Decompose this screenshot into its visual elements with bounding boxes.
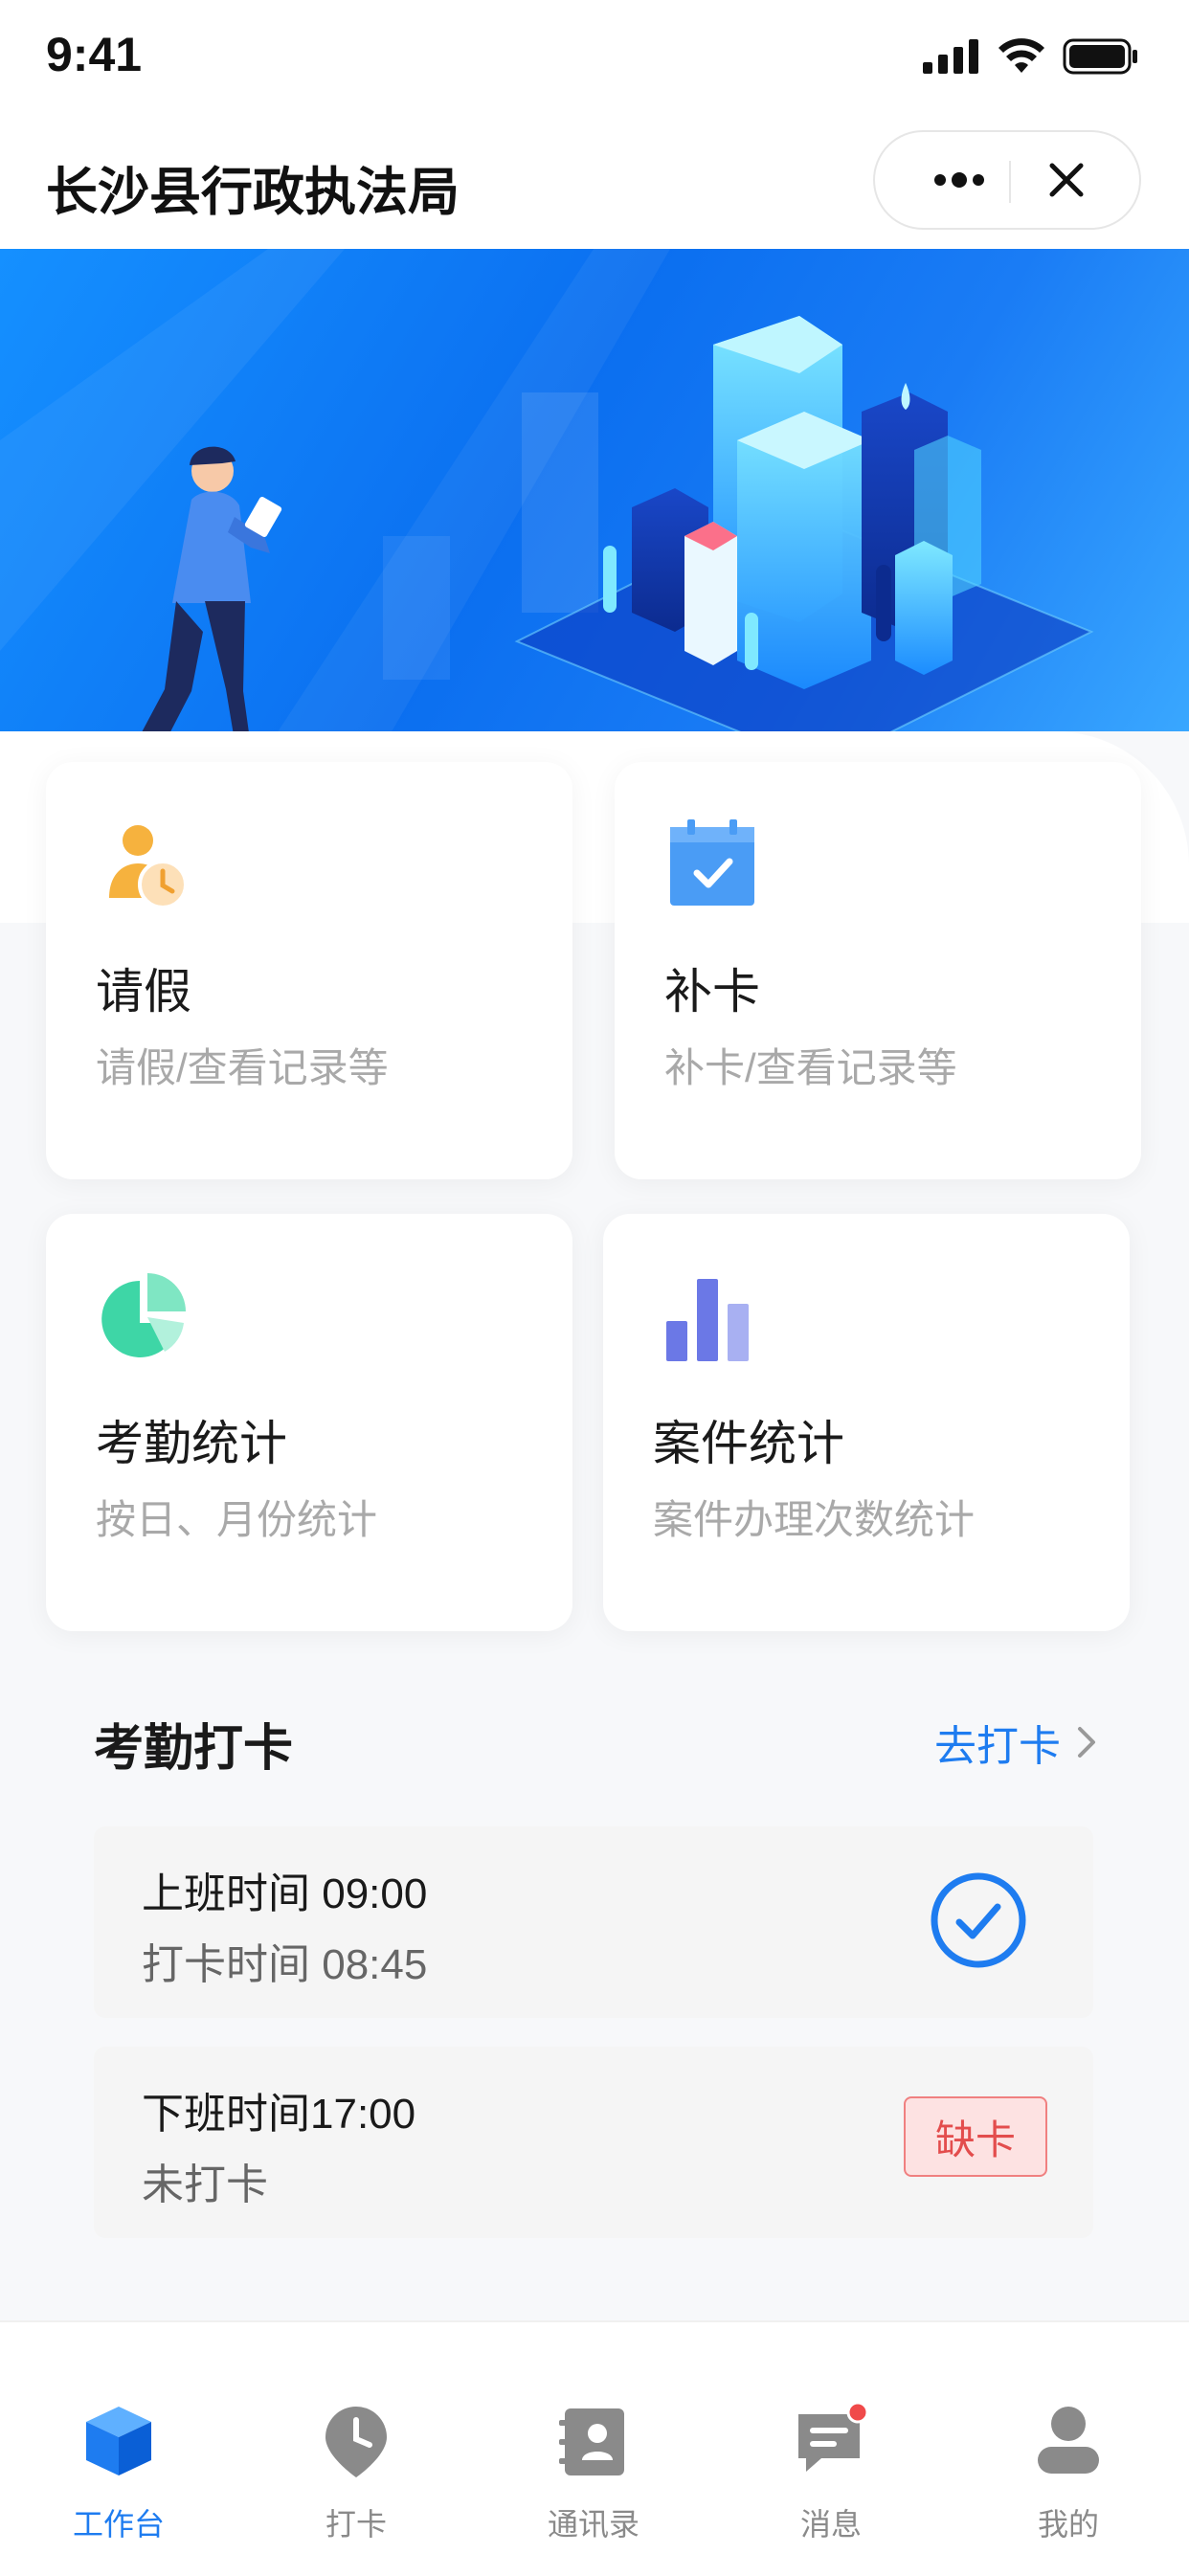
cube-icon xyxy=(86,2407,151,2475)
missing-punch-badge: 缺卡 xyxy=(904,2096,1047,2177)
card-subtitle: 补卡/查看记录等 xyxy=(664,1045,957,1090)
bottom-tab-bar: 工作台 打卡 通讯录 消息 我的 xyxy=(0,2320,1189,2576)
tab-workbench[interactable]: 工作台 xyxy=(0,2322,237,2542)
leave-card[interactable]: 请假 请假/查看记录等 xyxy=(46,762,572,1179)
close-button[interactable] xyxy=(1019,132,1114,228)
status-time: 9:41 xyxy=(46,28,143,81)
card-title: 考勤统计 xyxy=(96,1417,287,1470)
more-dots-icon xyxy=(934,172,984,188)
pie-chart-icon xyxy=(101,1273,186,1357)
card-subtitle: 按日、月份统计 xyxy=(96,1497,378,1542)
card-title: 补卡 xyxy=(664,965,760,1019)
banner-illustration xyxy=(0,249,1189,747)
capsule-divider xyxy=(1009,161,1011,203)
calendar-check-icon xyxy=(670,819,754,906)
tab-contacts[interactable]: 通讯录 xyxy=(475,2322,712,2542)
tab-label: 通讯录 xyxy=(547,2507,639,2542)
navbar: 长沙县行政执法局 xyxy=(0,115,1189,249)
more-button[interactable] xyxy=(911,132,1007,228)
card-subtitle: 请假/查看记录等 xyxy=(96,1045,389,1090)
checked-circle-icon xyxy=(931,1872,1026,1968)
status-icons xyxy=(923,38,1139,75)
card-title: 案件统计 xyxy=(653,1417,844,1470)
tab-label: 打卡 xyxy=(325,2507,387,2542)
city-illustration xyxy=(0,249,1094,747)
shift-time: 上班时间 09:00 xyxy=(142,1870,428,1917)
case-stats-card[interactable]: 案件统计 案件办理次数统计 xyxy=(603,1214,1130,1631)
clock-pin-icon xyxy=(325,2407,387,2477)
shift-time: 下班时间17:00 xyxy=(142,2091,416,2138)
attendance-record-off-duty: 下班时间17:00 未打卡 缺卡 xyxy=(94,2047,1093,2238)
makeup-punch-card[interactable]: 补卡 补卡/查看记录等 xyxy=(615,762,1141,1179)
tab-profile[interactable]: 我的 xyxy=(950,2322,1187,2542)
status-bar: 9:41 xyxy=(0,0,1189,115)
attendance-stats-card[interactable]: 考勤统计 按日、月份统计 xyxy=(46,1214,572,1631)
card-title: 请假 xyxy=(96,965,191,1019)
tab-label: 我的 xyxy=(1037,2507,1099,2542)
punch-status: 未打卡 xyxy=(142,2162,268,2208)
tab-messages[interactable]: 消息 xyxy=(712,2322,950,2542)
tab-label: 消息 xyxy=(799,2507,862,2542)
punch-status: 打卡时间 08:45 xyxy=(142,1941,428,1988)
tab-label: 工作台 xyxy=(72,2507,165,2542)
man-reading-illustration xyxy=(134,446,282,747)
attendance-record-on-duty: 上班时间 09:00 打卡时间 08:45 xyxy=(94,1826,1093,2018)
leave-person-clock-icon xyxy=(109,825,188,909)
close-icon xyxy=(1049,163,1084,197)
battery-icon xyxy=(1063,38,1137,75)
bar-chart-icon xyxy=(666,1279,749,1361)
capsule-menu xyxy=(873,130,1141,230)
go-punch-label: 去打卡 xyxy=(934,1723,1061,1770)
cellular-signal-icon xyxy=(923,39,978,74)
profile-icon xyxy=(1038,2407,1099,2474)
attendance-section-title: 考勤打卡 xyxy=(94,1721,294,1777)
tab-punch[interactable]: 打卡 xyxy=(237,2322,475,2542)
card-subtitle: 案件办理次数统计 xyxy=(653,1497,976,1542)
contacts-book-icon xyxy=(559,2408,624,2475)
message-icon xyxy=(798,2403,869,2472)
unread-dot xyxy=(846,2403,869,2424)
go-punch-link[interactable]: 去打卡 xyxy=(934,1712,1097,1773)
chevron-right-icon xyxy=(1078,1727,1095,1758)
wifi-icon xyxy=(998,38,1044,73)
page-title: 长沙县行政执法局 xyxy=(46,164,460,221)
